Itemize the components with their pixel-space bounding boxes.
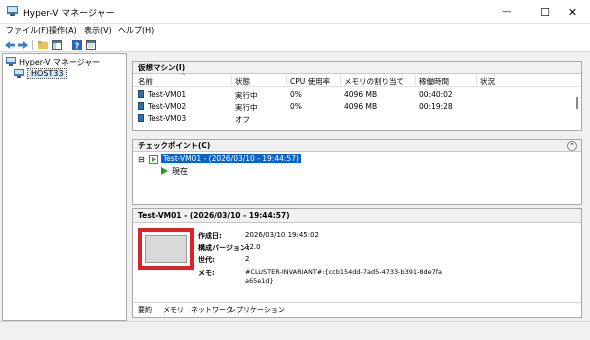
menu-bar: ファイル(F) 操作(A) 表示(V) ヘルプ(H) <box>0 24 590 38</box>
vm-row[interactable]: Test-VM03 オフ <box>133 112 573 124</box>
checkpoint-icon <box>149 155 158 164</box>
back-icon[interactable] <box>5 40 15 50</box>
tree-root[interactable]: Hyper-V マネージャー <box>19 57 100 68</box>
generation-label: 世代: <box>198 256 215 264</box>
server-icon <box>14 69 24 78</box>
details-panel: Test-VM01 - (2026/03/10 - 19:44:57) 作成日:… <box>132 208 582 318</box>
vm-memory: 4096 MB <box>344 90 378 99</box>
vm-thumbnail[interactable] <box>145 235 187 263</box>
maximize-icon: ☐ <box>540 5 550 19</box>
config-version-label: 構成バージョン: <box>198 244 250 252</box>
tree-host-node[interactable]: HOST33 <box>27 68 68 79</box>
chevron-up-icon: ⌃ <box>569 142 575 150</box>
created-value: 2026/03/10 19:45:02 <box>245 231 320 239</box>
vm-row[interactable]: Test-VM01 実行中 0% 4096 MB 00:40:02 <box>133 88 573 100</box>
hyperv-app-icon <box>7 6 18 16</box>
sort-ascending-icon: ^ <box>181 73 187 80</box>
vm-row[interactable]: Test-VM02 実行中 0% 4096 MB 00:19:28 <box>133 100 573 112</box>
play-icon <box>161 167 168 175</box>
column-divider[interactable] <box>415 75 416 86</box>
scrollbar-thumb[interactable] <box>576 97 578 109</box>
window-title: Hyper-V マネージャー <box>23 9 115 19</box>
column-uptime[interactable]: 稼働時間 <box>419 76 449 87</box>
column-divider[interactable] <box>286 75 287 86</box>
current-state-node[interactable]: 現在 <box>172 166 188 177</box>
vm-state: オフ <box>235 115 250 124</box>
tab-divider <box>133 302 581 303</box>
vm-uptime: 00:40:02 <box>419 90 453 99</box>
navigation-tree: Hyper-V マネージャー HOST33 <box>2 53 127 321</box>
help-icon[interactable]: ? <box>72 40 82 50</box>
checkpoint-panel-header: チェックポイント(C) <box>133 140 581 152</box>
vm-panel-header: 仮想マシン(I) <box>133 62 581 74</box>
vm-name: Test-VM01 <box>148 90 187 99</box>
vm-icon <box>138 114 144 122</box>
vm-panel: 仮想マシン(I) 名前 ^ 状態 CPU 使用率 メモリの割り当て 稼働時間 状… <box>132 61 582 131</box>
vm-memory: 4096 MB <box>344 102 378 111</box>
console-icon[interactable] <box>86 40 96 50</box>
forward-icon[interactable] <box>18 40 28 50</box>
config-version-value: 12.0 <box>245 243 261 251</box>
notes-label: メモ: <box>198 269 215 277</box>
content-area: 仮想マシン(I) 名前 ^ 状態 CPU 使用率 メモリの割り当て 稼働時間 状… <box>130 53 584 321</box>
menu-view[interactable]: 表示(V) <box>84 25 112 36</box>
toolbar: ? <box>0 38 590 52</box>
tree-collapse-icon[interactable]: ⊟ <box>138 155 145 164</box>
vm-cpu: 0% <box>290 90 302 99</box>
vm-column-header-row: 名前 ^ 状態 CPU 使用率 メモリの割り当て 稼働時間 状況 <box>133 73 581 87</box>
svg-text:?: ? <box>75 42 80 51</box>
tab-summary[interactable]: 要約 <box>138 305 152 315</box>
vm-name: Test-VM02 <box>148 102 187 111</box>
column-memory[interactable]: メモリの割り当て <box>344 76 404 87</box>
close-button[interactable]: ✕ <box>555 0 590 24</box>
menu-help[interactable]: ヘルプ(H) <box>118 25 154 36</box>
hyperv-manager-icon <box>6 57 16 66</box>
vm-list-scrollbar[interactable] <box>573 88 581 130</box>
tab-network[interactable]: ネットワーク <box>191 305 233 315</box>
vm-icon <box>138 90 144 98</box>
notes-value: #CLUSTER-INVARIANT#:{ccb154dd-7ad5-4733-… <box>245 268 443 285</box>
column-divider[interactable] <box>476 75 477 86</box>
vm-uptime: 00:19:28 <box>419 102 453 111</box>
collapse-panel-button[interactable]: ⌃ <box>567 141 577 151</box>
menu-file[interactable]: ファイル(F) <box>6 25 49 36</box>
column-name[interactable]: 名前 <box>138 76 153 87</box>
column-cpu[interactable]: CPU 使用率 <box>290 76 330 87</box>
created-label: 作成日: <box>198 232 222 240</box>
details-title: Test-VM01 - (2026/03/10 - 19:44:57) <box>133 209 581 223</box>
folder-icon[interactable] <box>38 40 48 50</box>
panel-icon[interactable] <box>52 40 62 50</box>
column-divider[interactable] <box>340 75 341 86</box>
tab-replication[interactable]: レプリケーション <box>229 305 285 315</box>
column-state[interactable]: 状態 <box>235 76 250 87</box>
minimize-icon: — <box>502 7 512 17</box>
vm-cpu: 0% <box>290 102 302 111</box>
checkpoint-node[interactable]: Test-VM01 - (2026/03/10 - 19:44:57) <box>161 154 301 163</box>
title-bar: Hyper-V マネージャー — ☐ ✕ <box>0 0 590 24</box>
close-icon: ✕ <box>567 5 578 19</box>
vm-icon <box>138 102 144 110</box>
vm-name: Test-VM03 <box>148 114 187 123</box>
status-bar <box>0 321 590 340</box>
checkpoint-panel: チェックポイント(C) ⌃ ⊟ Test-VM01 - (2026/03/10 … <box>132 139 582 205</box>
menu-action[interactable]: 操作(A) <box>49 25 77 36</box>
column-status[interactable]: 状況 <box>480 76 495 87</box>
thumbnail-highlight-box <box>138 228 194 270</box>
tab-memory[interactable]: メモリ <box>163 305 184 315</box>
toolbar-separator <box>32 40 33 50</box>
generation-value: 2 <box>245 255 250 263</box>
column-divider[interactable] <box>231 75 232 86</box>
